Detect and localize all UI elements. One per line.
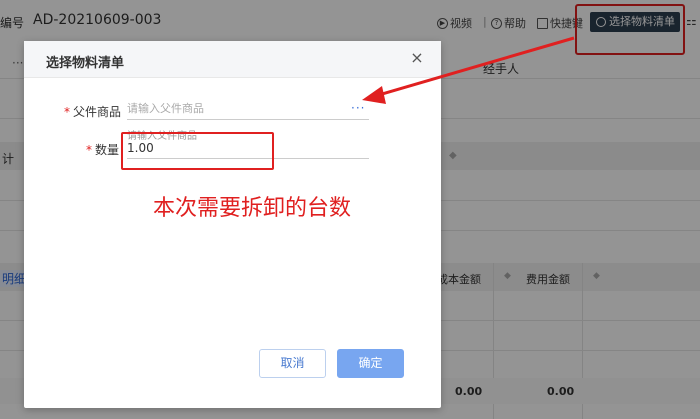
confirm-button[interactable]: 确定 [337,349,404,378]
annotation-text: 本次需要拆卸的台数 [153,196,352,221]
dialog-header: 选择物料清单 × [24,41,441,78]
cancel-button[interactable]: 取消 [259,349,326,378]
parent-product-label: * 父件商品 [64,105,122,119]
quantity-label: * 数量 [86,143,120,157]
close-icon[interactable]: × [409,50,425,66]
required-mark: * [86,143,92,157]
required-mark: * [64,105,70,119]
highlight-box-quantity [121,132,274,170]
parent-product-input[interactable] [127,98,369,120]
more-options-icon[interactable]: ··· [351,101,365,115]
select-material-dialog: 选择物料清单 × *父件商品 ··· *数量 请输入父件商品 本次需要拆卸的台数… [24,41,441,408]
dialog-title: 选择物料清单 [46,56,125,71]
